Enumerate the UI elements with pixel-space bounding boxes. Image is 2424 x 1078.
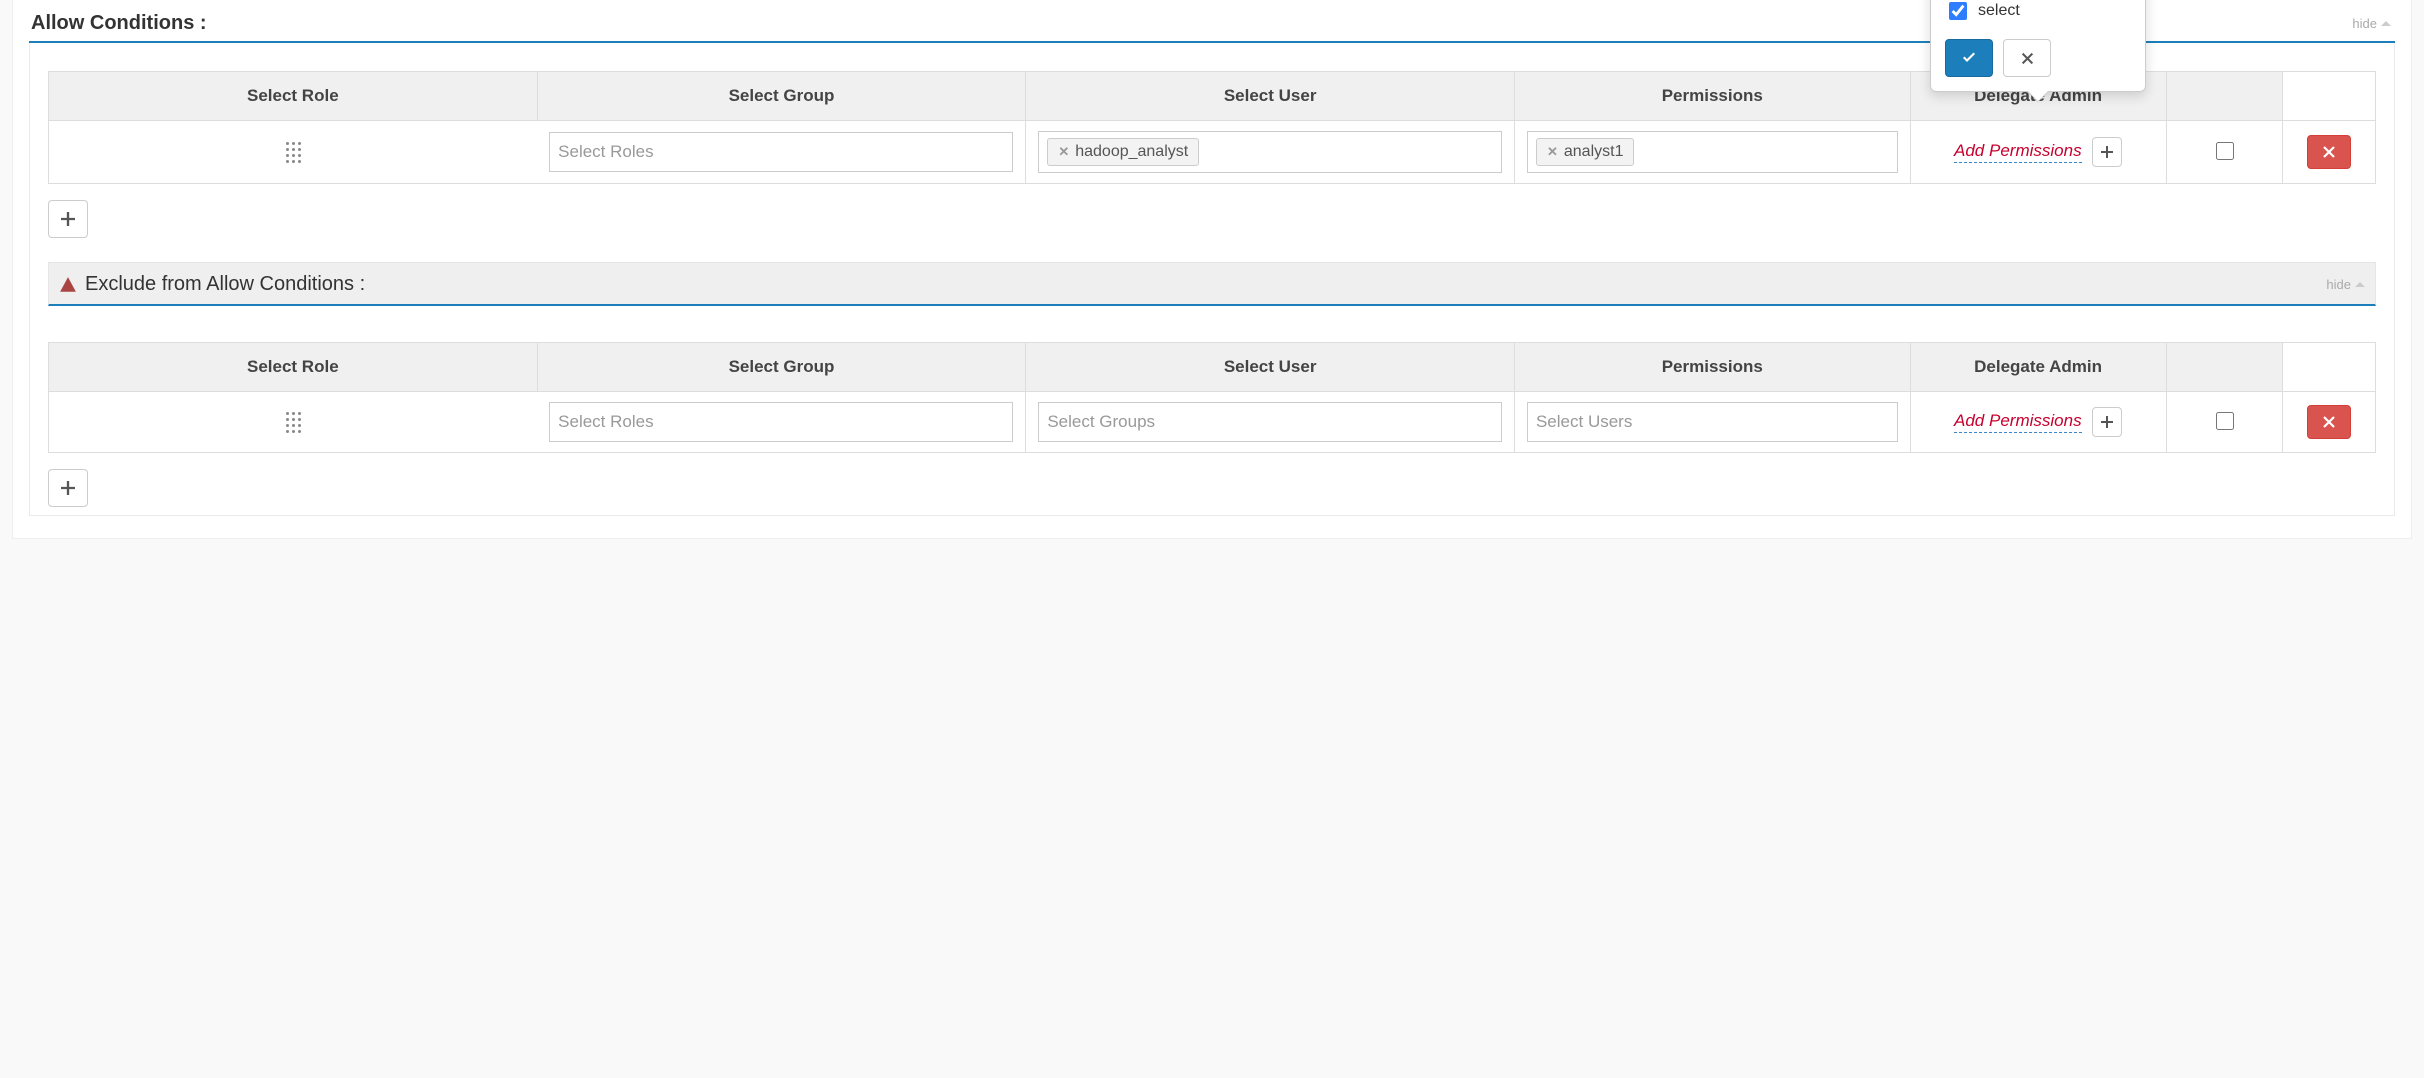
col-user: Select User <box>1026 72 1515 121</box>
user-input[interactable]: ✕ analyst1 <box>1527 131 1898 173</box>
col-role: Select Role <box>49 72 538 121</box>
col-role: Select Role <box>49 343 538 392</box>
add-permission-button[interactable] <box>2092 137 2122 167</box>
col-group: Select Group <box>537 72 1026 121</box>
plus-icon <box>61 212 75 226</box>
group-placeholder: Select Groups <box>1047 412 1155 432</box>
permission-option[interactable]: select <box>1945 0 2131 23</box>
add-exclude-row-button[interactable] <box>48 469 88 507</box>
role-placeholder: Select Roles <box>558 412 653 432</box>
permission-option-label: select <box>1978 2 2020 20</box>
remove-tag-icon[interactable]: ✕ <box>1547 144 1558 160</box>
hide-label: hide <box>2326 277 2351 292</box>
delegate-admin-checkbox[interactable] <box>2216 412 2234 430</box>
permission-checkbox[interactable] <box>1949 2 1967 20</box>
allow-row: Select Roles ✕ hadoop_analyst <box>49 121 2376 184</box>
role-placeholder: Select Roles <box>558 142 653 162</box>
delete-row-button[interactable] <box>2307 135 2351 169</box>
close-icon <box>2021 52 2034 65</box>
role-input[interactable]: Select Roles <box>549 402 1013 442</box>
col-user: Select User <box>1026 343 1515 392</box>
hide-label: hide <box>2352 16 2377 31</box>
col-actions <box>2166 343 2282 392</box>
add-allow-row-button[interactable] <box>48 200 88 238</box>
drag-handle[interactable] <box>49 392 538 453</box>
check-icon <box>1961 50 1977 66</box>
chevron-up-icon <box>2355 280 2365 290</box>
delegate-admin-checkbox[interactable] <box>2216 142 2234 160</box>
col-group: Select Group <box>537 343 1026 392</box>
popover-confirm-button[interactable] <box>1945 39 1993 77</box>
close-icon <box>2323 416 2335 428</box>
add-permission-button[interactable] <box>2092 407 2122 437</box>
permissions-popover: add/edit permissions select <box>1930 0 2146 92</box>
chevron-up-icon <box>2381 19 2391 29</box>
allow-conditions-panel: Select Role Select Group Select User Per… <box>29 43 2395 516</box>
user-placeholder: Select Users <box>1536 412 1632 432</box>
warning-icon <box>59 276 77 294</box>
exclude-conditions-header: Exclude from Allow Conditions : hide <box>48 262 2376 306</box>
exclude-hide-toggle[interactable]: hide <box>2326 277 2365 292</box>
exclude-conditions-title: Exclude from Allow Conditions : <box>85 273 365 296</box>
col-perm: Permissions <box>1514 343 1910 392</box>
group-input[interactable]: Select Groups <box>1038 402 1502 442</box>
user-tag: ✕ analyst1 <box>1536 138 1635 166</box>
user-input[interactable]: Select Users <box>1527 402 1898 442</box>
drag-handle[interactable] <box>49 121 538 184</box>
group-tag-label: hadoop_analyst <box>1075 143 1188 161</box>
plus-icon <box>61 481 75 495</box>
allow-conditions-title: Allow Conditions : <box>31 12 207 35</box>
col-perm: Permissions <box>1514 72 1910 121</box>
exclude-row: Select Roles Select Groups Select Users <box>49 392 2376 453</box>
allow-conditions-table: Select Role Select Group Select User Per… <box>48 71 2376 184</box>
popover-cancel-button[interactable] <box>2003 39 2051 77</box>
user-tag-label: analyst1 <box>1564 143 1624 161</box>
close-icon <box>2323 146 2335 158</box>
remove-tag-icon[interactable]: ✕ <box>1058 144 1069 160</box>
col-actions <box>2166 72 2282 121</box>
role-input[interactable]: Select Roles <box>549 132 1013 172</box>
add-permissions-link[interactable]: Add Permissions <box>1954 141 2082 163</box>
add-permissions-link[interactable]: Add Permissions <box>1954 411 2082 433</box>
col-delegate: Delegate Admin <box>1910 343 2166 392</box>
delete-row-button[interactable] <box>2307 405 2351 439</box>
plus-icon <box>2101 146 2113 158</box>
plus-icon <box>2101 416 2113 428</box>
group-tag: ✕ hadoop_analyst <box>1047 138 1199 166</box>
allow-hide-toggle[interactable]: hide <box>2352 16 2391 31</box>
permissions-cell: add/edit permissions select <box>1910 121 2166 184</box>
group-input[interactable]: ✕ hadoop_analyst <box>1038 131 1502 173</box>
exclude-conditions-table: Select Role Select Group Select User Per… <box>48 342 2376 453</box>
